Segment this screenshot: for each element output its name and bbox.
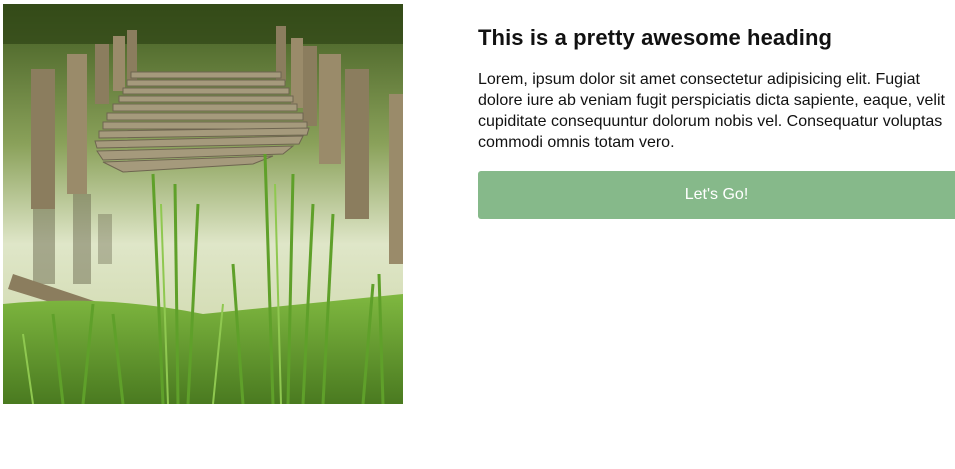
page-heading: This is a pretty awesome heading [478,25,833,50]
body-paragraph: Lorem, ipsum dolor sit amet consectetur … [478,71,945,151]
lets-go-button[interactable]: Let's Go! [478,171,955,219]
card-content: This is a pretty awesome heading Lorem, … [478,24,955,219]
dock-photo [3,4,403,404]
